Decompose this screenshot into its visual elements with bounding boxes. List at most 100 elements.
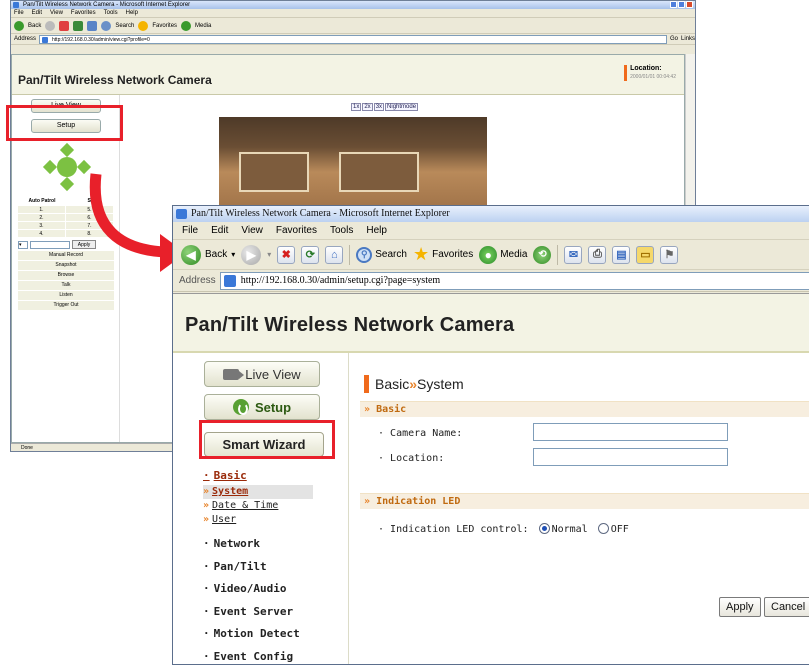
back-arrow-icon[interactable] bbox=[14, 21, 24, 31]
led-normal-radio[interactable] bbox=[539, 523, 550, 534]
menu-basic[interactable]: ·Basic bbox=[203, 467, 313, 485]
dpad-down-icon[interactable] bbox=[60, 177, 74, 191]
location-input[interactable] bbox=[533, 448, 728, 466]
back-back-label[interactable]: Back bbox=[28, 23, 41, 29]
dpad-center-icon[interactable] bbox=[57, 157, 77, 177]
menu-video-audio[interactable]: ·Video/Audio bbox=[203, 578, 313, 601]
submenu-user[interactable]: »User bbox=[203, 513, 313, 527]
patrol-cell[interactable]: 4. bbox=[18, 230, 65, 237]
back-go-button[interactable]: Go bbox=[670, 36, 678, 42]
settings-menu: ·Basic »System »Date & Time »User ·Netwo… bbox=[203, 467, 313, 665]
nightmode-toggle[interactable]: Nightmode bbox=[385, 103, 418, 111]
back-url-field[interactable]: http://192.168.0.30/admin/view.cgi?profi… bbox=[39, 35, 667, 44]
back-menu-file[interactable]: File bbox=[14, 9, 24, 17]
media-button[interactable]: ● Media bbox=[479, 246, 527, 264]
menu-tools[interactable]: Tools bbox=[330, 222, 353, 239]
forward-arrow-icon[interactable] bbox=[45, 21, 55, 31]
forward-arrow-icon[interactable]: ▶ bbox=[241, 245, 261, 265]
location-label-text: Location: bbox=[390, 453, 444, 464]
video-shelf bbox=[339, 152, 419, 192]
dpad-up-icon[interactable] bbox=[60, 143, 74, 157]
back-favorites-label[interactable]: Favorites bbox=[152, 23, 177, 29]
back-menu-edit[interactable]: Edit bbox=[32, 9, 42, 17]
back-media-label[interactable]: Media bbox=[195, 23, 211, 29]
media-icon[interactable] bbox=[181, 21, 191, 31]
close-icon[interactable] bbox=[686, 1, 693, 8]
search-button[interactable]: ⚲ Search bbox=[356, 247, 407, 263]
zoom-1x[interactable]: 1x bbox=[351, 103, 361, 111]
location-label: · Location: bbox=[378, 453, 444, 464]
sidebar: Live View Setup Smart Wizard ·Basic »Sys… bbox=[173, 353, 349, 664]
submenu-system[interactable]: »System bbox=[203, 485, 313, 499]
menu-favorites[interactable]: Favorites bbox=[276, 222, 317, 239]
submenu-date-time[interactable]: »Date & Time bbox=[203, 499, 313, 513]
menu-pan-tilt[interactable]: ·Pan/Tilt bbox=[203, 556, 313, 579]
listen-button[interactable]: Listen bbox=[18, 291, 114, 300]
front-window-title: Pan/Tilt Wireless Network Camera - Micro… bbox=[191, 208, 450, 219]
edit-icon[interactable]: ▤ bbox=[612, 246, 630, 264]
cancel-button[interactable]: Cancel bbox=[764, 597, 809, 617]
setup-button[interactable]: Setup bbox=[204, 394, 320, 420]
menu-motion-detect[interactable]: ·Motion Detect bbox=[203, 623, 313, 646]
refresh-icon[interactable]: ⟳ bbox=[301, 246, 319, 264]
maximize-icon[interactable] bbox=[678, 1, 685, 8]
menu-event-server[interactable]: ·Event Server bbox=[203, 601, 313, 624]
favorites-button[interactable]: ★ Favorites bbox=[413, 244, 473, 265]
stop-icon[interactable]: ✖ bbox=[277, 246, 295, 264]
menu-motion-detect-label: Motion Detect bbox=[214, 627, 300, 640]
chevron-right-icon: » bbox=[364, 496, 370, 507]
trigger-out-button[interactable]: Trigger Out bbox=[18, 301, 114, 310]
talk-button[interactable]: Talk bbox=[18, 281, 114, 290]
forward-dropdown-icon[interactable]: ▾ bbox=[267, 250, 271, 259]
menu-network[interactable]: ·Network bbox=[203, 533, 313, 556]
menu-event-config[interactable]: ·Event Config bbox=[203, 646, 313, 665]
camera-name-input[interactable] bbox=[533, 423, 728, 441]
back-page-title: Pan/Tilt Wireless Network Camera bbox=[18, 73, 212, 87]
messenger-icon[interactable]: ⚑ bbox=[660, 246, 678, 264]
menu-pan-tilt-label: Pan/Tilt bbox=[214, 560, 267, 573]
url-field[interactable]: http://192.168.0.30/admin/setup.cgi?page… bbox=[220, 272, 809, 290]
menu-view[interactable]: View bbox=[241, 222, 263, 239]
search-label: Search bbox=[375, 249, 407, 260]
search-icon[interactable] bbox=[101, 21, 111, 31]
front-title-bar: Pan/Tilt Wireless Network Camera - Micro… bbox=[173, 206, 809, 222]
minimize-icon[interactable] bbox=[670, 1, 677, 8]
back-links-label[interactable]: Links bbox=[681, 36, 695, 42]
discuss-icon[interactable]: ▭ bbox=[636, 246, 654, 264]
favorites-star-icon[interactable] bbox=[138, 21, 148, 31]
stop-icon[interactable] bbox=[59, 21, 69, 31]
patrol-cell[interactable]: 2. bbox=[18, 214, 65, 221]
print-icon[interactable]: ⎙ bbox=[588, 246, 606, 264]
refresh-icon[interactable] bbox=[73, 21, 83, 31]
favorites-star-icon: ★ bbox=[413, 244, 429, 265]
live-view-button[interactable]: Live View bbox=[204, 361, 320, 387]
front-toolbar: ◀ Back ▾ ▶ ▾ ✖ ⟳ ⌂ ⚲ Search ★ Favorites … bbox=[173, 240, 809, 270]
preset-select[interactable]: ▾ bbox=[18, 241, 28, 249]
dpad-left-icon[interactable] bbox=[43, 160, 57, 174]
menu-edit[interactable]: Edit bbox=[211, 222, 228, 239]
preset-input[interactable] bbox=[30, 241, 70, 249]
back-menu-tools[interactable]: Tools bbox=[104, 9, 118, 17]
led-off-radio[interactable] bbox=[598, 523, 609, 534]
menu-file[interactable]: File bbox=[182, 222, 198, 239]
back-button[interactable]: ◀ Back ▾ bbox=[181, 245, 235, 265]
led-control-row: · Indication LED control: Normal OFF bbox=[378, 523, 629, 535]
mail-icon[interactable]: ✉ bbox=[564, 246, 582, 264]
patrol-cell[interactable]: 3. bbox=[18, 222, 65, 229]
home-icon[interactable] bbox=[87, 21, 97, 31]
setup-icon bbox=[233, 399, 249, 415]
history-icon[interactable]: ⟲ bbox=[533, 246, 551, 264]
menu-help[interactable]: Help bbox=[366, 222, 387, 239]
zoom-3x[interactable]: 3x bbox=[374, 103, 384, 111]
back-menu-favorites[interactable]: Favorites bbox=[71, 9, 96, 17]
home-icon[interactable]: ⌂ bbox=[325, 246, 343, 264]
back-dropdown-icon[interactable]: ▾ bbox=[231, 250, 235, 259]
back-search-label[interactable]: Search bbox=[115, 23, 134, 29]
front-address-bar: Address http://192.168.0.30/admin/setup.… bbox=[173, 270, 809, 292]
patrol-cell[interactable]: 1. bbox=[18, 206, 65, 213]
back-menu-view[interactable]: View bbox=[50, 9, 63, 17]
apply-button[interactable]: Apply bbox=[719, 597, 761, 617]
back-menu-help[interactable]: Help bbox=[126, 9, 138, 17]
back-title-bar: Pan/Tilt Wireless Network Camera - Micro… bbox=[11, 1, 695, 9]
zoom-2x[interactable]: 2x bbox=[362, 103, 372, 111]
